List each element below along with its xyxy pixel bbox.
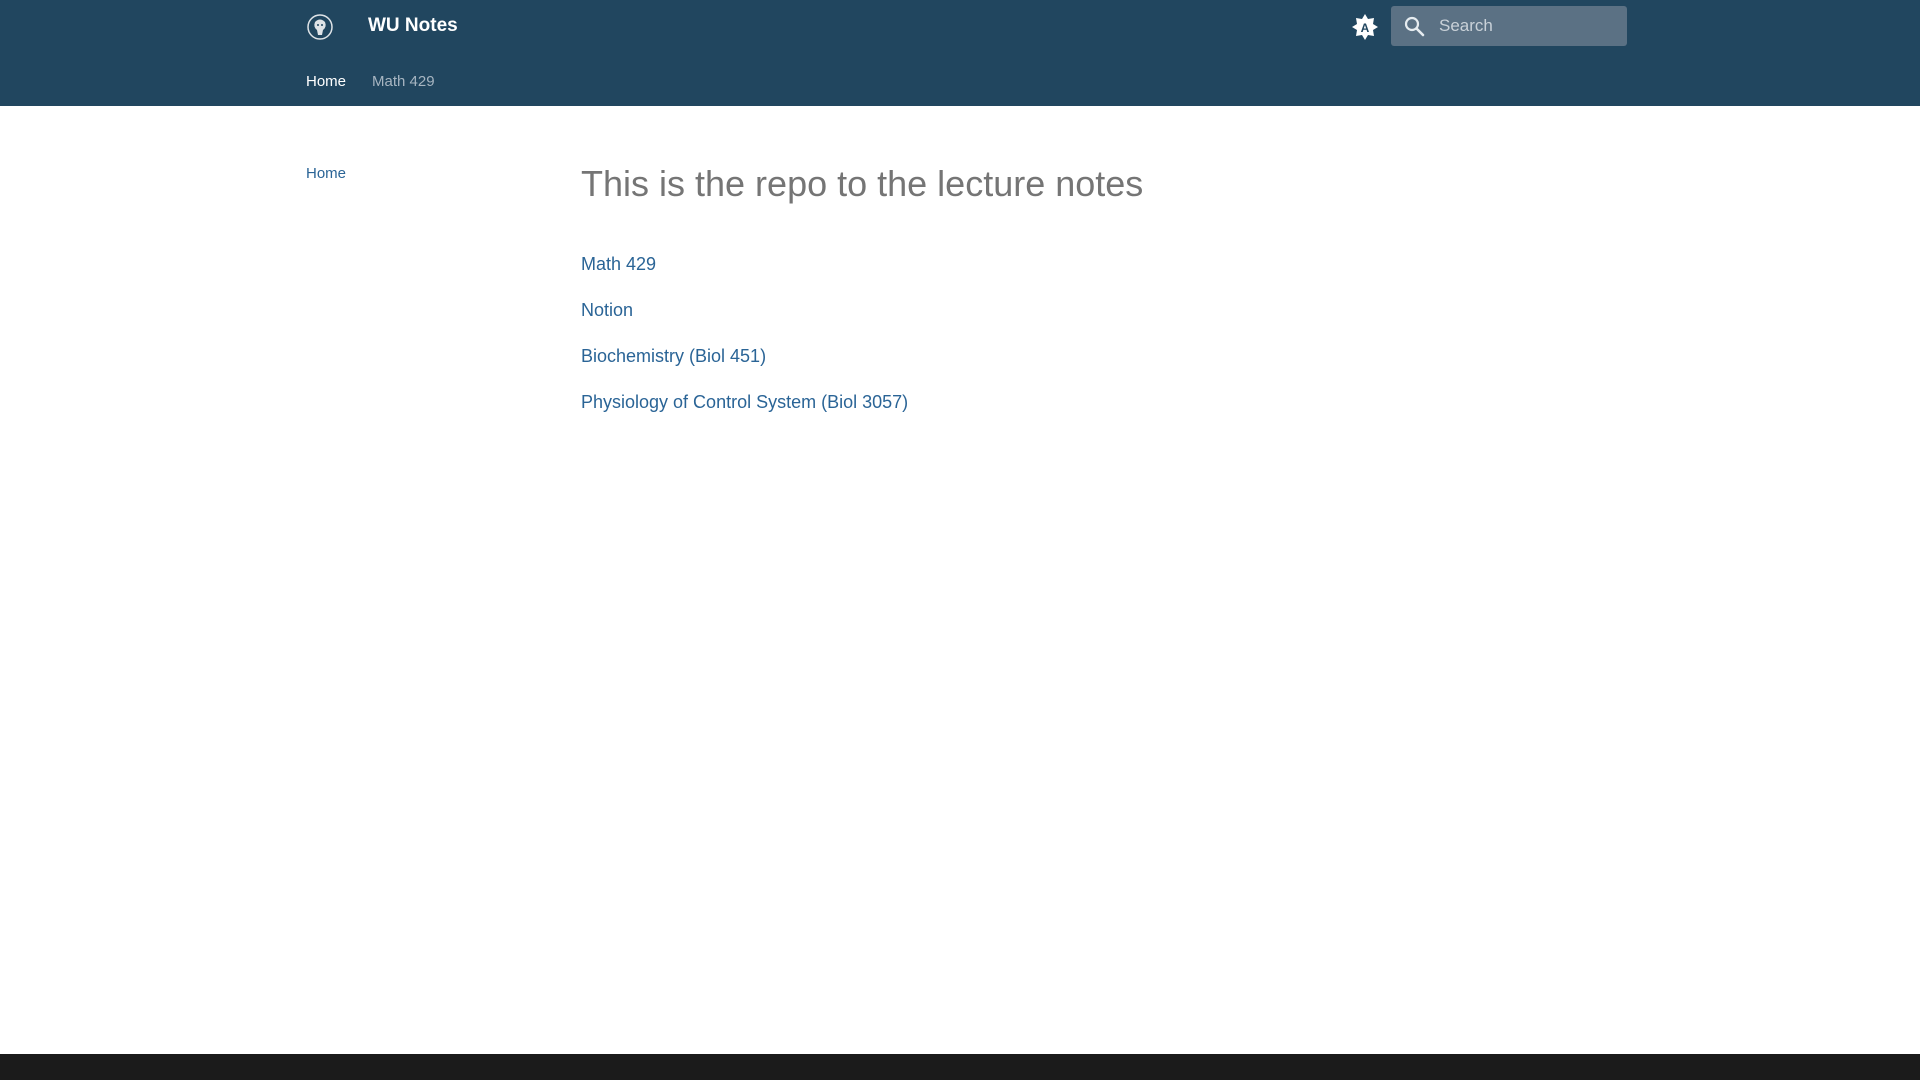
link-notion[interactable]: Notion	[581, 298, 908, 322]
page-title: This is the repo to the lecture notes	[581, 163, 1144, 204]
svg-text:A: A	[1361, 21, 1370, 35]
header-tabs: Home Math 429	[306, 72, 435, 92]
link-biochemistry[interactable]: Biochemistry (Biol 451)	[581, 344, 908, 368]
search-icon	[1403, 15, 1425, 37]
search-input[interactable]	[1439, 6, 1619, 46]
tab-math-429[interactable]: Math 429	[372, 72, 435, 92]
link-physiology[interactable]: Physiology of Control System (Biol 3057)	[581, 390, 908, 414]
tab-home[interactable]: Home	[306, 72, 346, 92]
sidebar-item-home[interactable]: Home	[306, 165, 346, 182]
lion-head-logo-icon[interactable]	[306, 13, 334, 41]
site-title[interactable]: WU Notes	[368, 14, 458, 38]
top-header: WU Notes A Home Math 429	[0, 0, 1920, 106]
search-box[interactable]	[1391, 6, 1627, 46]
link-math-429[interactable]: Math 429	[581, 252, 908, 276]
brightness-auto-icon[interactable]: A	[1350, 12, 1380, 42]
content-link-list: Math 429 Notion Biochemistry (Biol 451) …	[581, 252, 908, 436]
page-footer	[0, 1054, 1920, 1080]
